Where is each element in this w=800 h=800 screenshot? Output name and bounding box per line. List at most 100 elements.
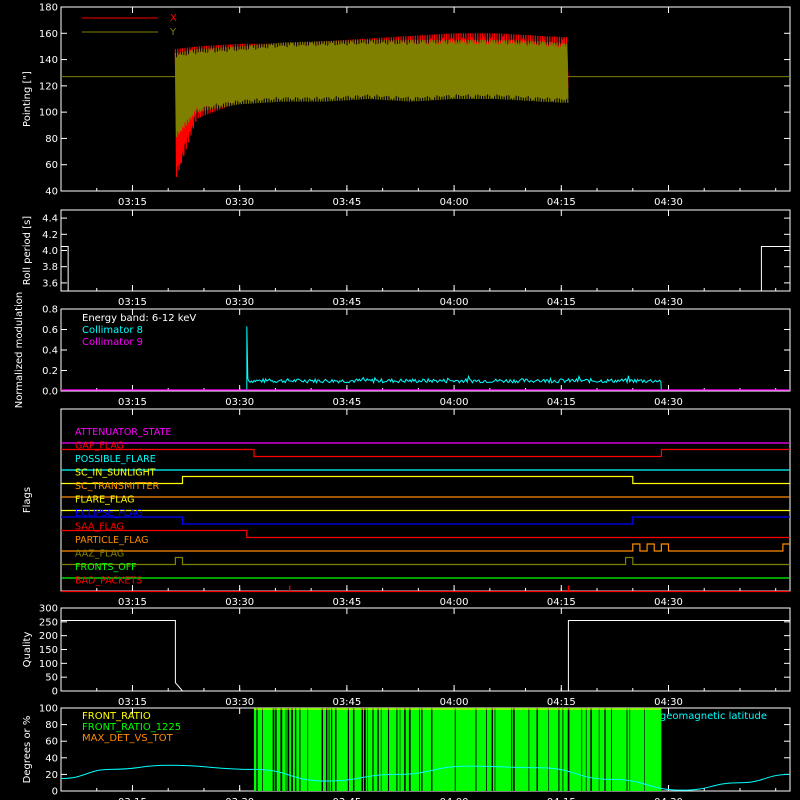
flags-xtick-label: 04:15 <box>547 597 576 608</box>
pointing-ytick-label: 140 <box>39 55 58 66</box>
roll-xtick-label: 03:45 <box>332 297 361 308</box>
modulation-xtick-label: 04:00 <box>440 397 469 408</box>
pointing-ytick-label: 80 <box>45 134 58 145</box>
roll-xtick-label: 03:15 <box>118 297 147 308</box>
flag-label: FRONTS_OFF <box>75 562 137 573</box>
ratios-ytick-label: 100 <box>39 704 58 715</box>
pointing-ytick-label: 40 <box>45 187 58 198</box>
ratios-ytick-label: 0 <box>52 787 58 798</box>
flags-xtick-label: 04:30 <box>654 597 683 608</box>
quality-ytick-label: 250 <box>39 617 58 628</box>
quality-panel: 03:15 03:30 03:45 04:00 04:15 04:30 Quality 0 50… <box>22 604 791 708</box>
flag-line-eclipse-flag <box>61 516 790 525</box>
flag-label: SC_IN_SUNLIGHT <box>75 468 156 479</box>
flag-label: FLARE_FLAG <box>75 495 135 506</box>
pointing-ytick-label: 60 <box>45 160 58 171</box>
pointing-panel: 03:15 03:30 03:45 04:00 04:15 04:30 Pointing [… <box>22 3 791 208</box>
ratios-ytick-label: 40 <box>45 753 58 764</box>
ratios-panel: 03:1503:3003:4504:0004:1504:30Degrees or… <box>22 704 791 800</box>
pointing-xtick-label: 04:30 <box>654 197 683 208</box>
roll-period-panel: 03:15 03:30 03:45 04:00 04:15 04:30 Roll perio… <box>22 209 791 308</box>
quality-ytick-label: 200 <box>39 631 58 642</box>
quality-ytick-label: 150 <box>39 645 58 656</box>
ratios-legend-label: MAX_DET_VS_TOT <box>82 733 174 744</box>
modulation-legend-label: Collimator 9 <box>82 337 143 348</box>
pointing-ytick-label: 180 <box>39 3 58 14</box>
flag-line-aaz-flag <box>61 556 790 566</box>
roll-ylabel: Roll period [s] <box>22 216 33 285</box>
flag-line-gap-flag <box>61 448 790 458</box>
flags-panel: 03:15 03:30 03:45 04:00 04:15 04:30 Flags ATTEN… <box>22 408 791 608</box>
roll-ytick-label: 4.0 <box>42 246 58 257</box>
quality-xtick-label: 03:15 <box>118 697 147 708</box>
flags-ylabel: Flags <box>22 487 33 513</box>
modulation-ylabel: Normalized modulation <box>14 292 25 409</box>
pointing-envelope-y <box>175 40 569 132</box>
modulation-ytick-label: 0.8 <box>42 305 58 316</box>
modulation-panel: 03:15 03:30 03:45 04:00 04:15 04:30 Normalized… <box>14 292 791 409</box>
modulation-series-collimator-8 <box>246 326 662 392</box>
ratios-ytick-label: 60 <box>45 737 58 748</box>
modulation-xtick-label: 03:45 <box>332 397 361 408</box>
pointing-xtick-label: 03:15 <box>118 197 147 208</box>
pointing-xtick-label: 04:00 <box>440 197 469 208</box>
flag-label: ATTENUATOR_STATE <box>75 427 171 438</box>
roll-xtick-label: 04:15 <box>547 297 576 308</box>
modulation-ytick-label: 0.6 <box>42 325 58 336</box>
roll-xtick-label: 04:00 <box>440 297 469 308</box>
flags-xtick-label: 03:45 <box>332 597 361 608</box>
pointing-xtick-label: 04:15 <box>547 197 576 208</box>
roll-segment <box>760 245 791 291</box>
modulation-ytick-label: 0.0 <box>42 387 58 398</box>
roll-segment <box>60 245 69 291</box>
modulation-ytick-label: 0.2 <box>42 366 58 377</box>
flag-line-sc-in-sunlight <box>61 475 790 485</box>
quality-ytick-label: 50 <box>45 673 58 684</box>
quality-xtick-label: 04:30 <box>654 697 683 708</box>
flag-label: BAD_PACKETS <box>75 576 142 587</box>
quality-line <box>61 620 790 692</box>
ratios-ylabel: Degrees or % <box>22 716 33 784</box>
roll-ytick-label: 4.4 <box>42 214 58 225</box>
flag-line-particle-flag <box>61 543 790 552</box>
pointing-ytick-label: 160 <box>39 29 58 40</box>
quality-ytick-label: 300 <box>39 604 58 615</box>
pointing-ytick-label: 120 <box>39 81 58 92</box>
flag-label: SC_TRANSMITTER <box>75 481 160 492</box>
quality-ytick-label: 100 <box>39 659 58 670</box>
chart-canvas: 03:15 03:30 03:45 04:00 04:15 04:30 Pointing [… <box>14 3 791 800</box>
flag-label: POSSIBLE_FLARE <box>75 454 156 465</box>
flags-xtick-label: 03:30 <box>225 597 254 608</box>
modulation-annotation: Energy band: 6-12 keV <box>82 313 196 324</box>
quality-ylabel: Quality <box>22 632 33 668</box>
pointing-ylabel: Pointing ["] <box>22 71 33 127</box>
flag-line-saa-flag <box>61 529 790 539</box>
quality-xtick-label: 03:45 <box>332 697 361 708</box>
modulation-xtick-label: 04:15 <box>547 397 576 408</box>
pointing-xtick-label: 03:30 <box>225 197 254 208</box>
ratios-ytick-label: 20 <box>45 770 58 781</box>
flags-xtick-label: 03:15 <box>118 597 147 608</box>
flag-label: PARTICLE_FLAG <box>75 535 148 546</box>
roll-plot-frame <box>60 209 791 292</box>
modulation-xtick-label: 03:15 <box>118 397 147 408</box>
pointing-legend-label: Y <box>169 27 177 38</box>
ratios-legend-label: FRONT_RATIO <box>82 711 151 722</box>
roll-xtick-label: 04:30 <box>654 297 683 308</box>
ratios-ytick-label: 80 <box>45 720 58 731</box>
pointing-xtick-label: 03:45 <box>332 197 361 208</box>
modulation-ytick-label: 0.4 <box>42 346 58 357</box>
quality-ytick-label: 0 <box>52 687 58 698</box>
pointing-legend-label: X <box>170 13 177 24</box>
quality-xtick-label: 04:15 <box>547 697 576 708</box>
modulation-xtick-label: 04:30 <box>654 397 683 408</box>
pointing-ytick-label: 100 <box>39 108 58 119</box>
flags-xtick-label: 04:00 <box>440 597 469 608</box>
quality-xtick-label: 04:00 <box>440 697 469 708</box>
quality-xtick-label: 03:30 <box>225 697 254 708</box>
flag-label: AAZ_FLAG <box>75 549 124 560</box>
modulation-xtick-label: 03:30 <box>225 397 254 408</box>
roll-ytick-label: 3.8 <box>42 262 58 273</box>
ratios-legend-label: FRONT_RATIO_1225 <box>82 722 181 733</box>
roll-ytick-label: 4.2 <box>42 230 58 241</box>
